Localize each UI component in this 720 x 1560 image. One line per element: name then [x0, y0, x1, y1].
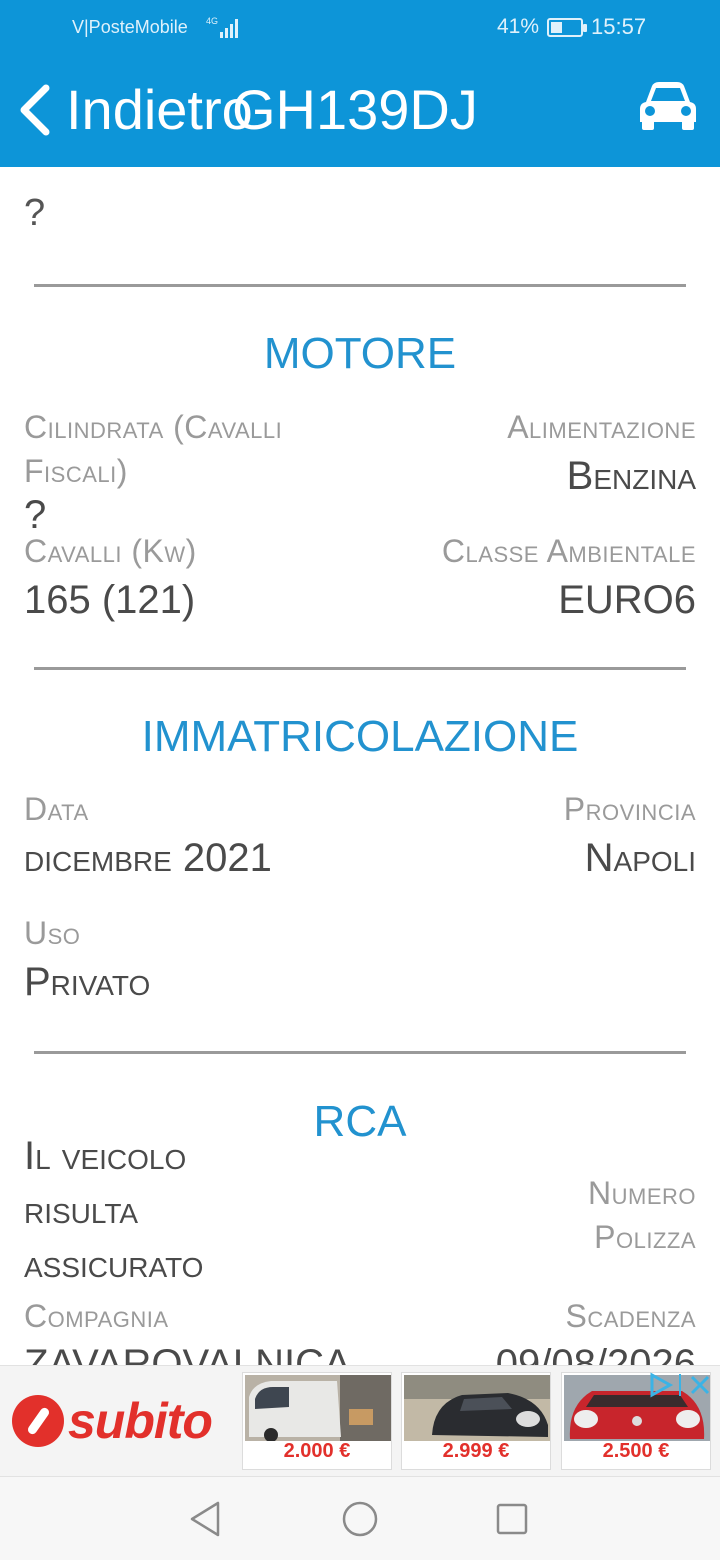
- signal-icon: 4G: [206, 16, 238, 38]
- ad-price: 2.500 €: [602, 1440, 670, 1462]
- ad-brand: subito: [68, 1393, 213, 1449]
- divider: [34, 284, 686, 287]
- alimentazione-label: Alimentazione: [507, 409, 696, 445]
- numero-polizza-label: Numero Polizza: [588, 1175, 696, 1255]
- ad-banner[interactable]: subito 2.000 € 2.999 € 2.500 €: [0, 1365, 720, 1477]
- data-value: dicembre 2021: [24, 836, 272, 880]
- vehicle-details: ? MOTORE Cilindrata (Cavalli Fiscali) ? …: [0, 167, 720, 1365]
- ad-listing[interactable]: 2.000 €: [242, 1372, 392, 1470]
- top-value: ?: [24, 192, 46, 234]
- subito-logo-icon: [12, 1395, 64, 1447]
- ad-choices-icon[interactable]: [646, 1372, 714, 1398]
- rca-status-value: Il veicolo risulta assicurato: [24, 1134, 204, 1286]
- divider: [34, 1051, 686, 1054]
- provincia-label: Provincia: [563, 791, 696, 827]
- data-label: Data: [24, 791, 89, 827]
- subito-logo: subito: [12, 1393, 213, 1449]
- carrier-name: V|PosteMobile: [72, 17, 188, 37]
- ad-price: 2.000 €: [283, 1440, 351, 1462]
- app-header: Indietro GH139DJ: [0, 56, 720, 167]
- section-title-immatricolazione: IMMATRICOLAZIONE: [141, 712, 579, 761]
- cavalli-label: Cavalli (Kw): [24, 533, 197, 569]
- clock: 15:57: [591, 14, 647, 39]
- chevron-left-icon: [20, 84, 50, 136]
- page-title: GH139DJ: [232, 78, 478, 141]
- cavalli-value: 165 (121): [24, 578, 196, 622]
- compagnia-value: ZAVAROVALNICA: [24, 1342, 351, 1365]
- system-nav-bar: [0, 1477, 720, 1560]
- back-label: Indietro: [66, 78, 253, 141]
- back-button[interactable]: Indietro: [18, 78, 253, 142]
- uso-label: Uso: [24, 915, 81, 951]
- classe-ambientale-value: EURO6: [558, 578, 696, 622]
- battery-icon: [547, 18, 587, 37]
- provincia-value: Napoli: [584, 836, 696, 880]
- classe-ambientale-label: Classe Ambientale: [441, 533, 696, 569]
- ad-photo-van: [245, 1375, 391, 1441]
- uso-value: Privato: [24, 960, 151, 1004]
- section-title-motore: MOTORE: [263, 329, 457, 378]
- compagnia-label: Compagnia: [24, 1298, 169, 1334]
- car-icon[interactable]: [636, 78, 700, 134]
- ad-photo-black-car: [404, 1375, 550, 1441]
- scadenza-value: 09/08/2026: [495, 1342, 696, 1365]
- ad-listing[interactable]: 2.999 €: [401, 1372, 551, 1470]
- nav-back-icon[interactable]: [184, 1497, 228, 1541]
- scadenza-label: Scadenza: [565, 1298, 696, 1334]
- svg-text:4G: 4G: [206, 16, 218, 26]
- ad-price: 2.999 €: [442, 1440, 510, 1462]
- nav-recents-icon[interactable]: [490, 1497, 534, 1541]
- divider: [34, 667, 686, 670]
- status-bar: V|PosteMobile 4G 41% 15:57: [0, 0, 720, 56]
- cilindrata-label: Cilindrata (Cavalli Fiscali): [24, 409, 283, 489]
- nav-home-icon[interactable]: [338, 1497, 382, 1541]
- alimentazione-value: Benzina: [566, 454, 696, 498]
- battery-percent: 41%: [497, 15, 540, 38]
